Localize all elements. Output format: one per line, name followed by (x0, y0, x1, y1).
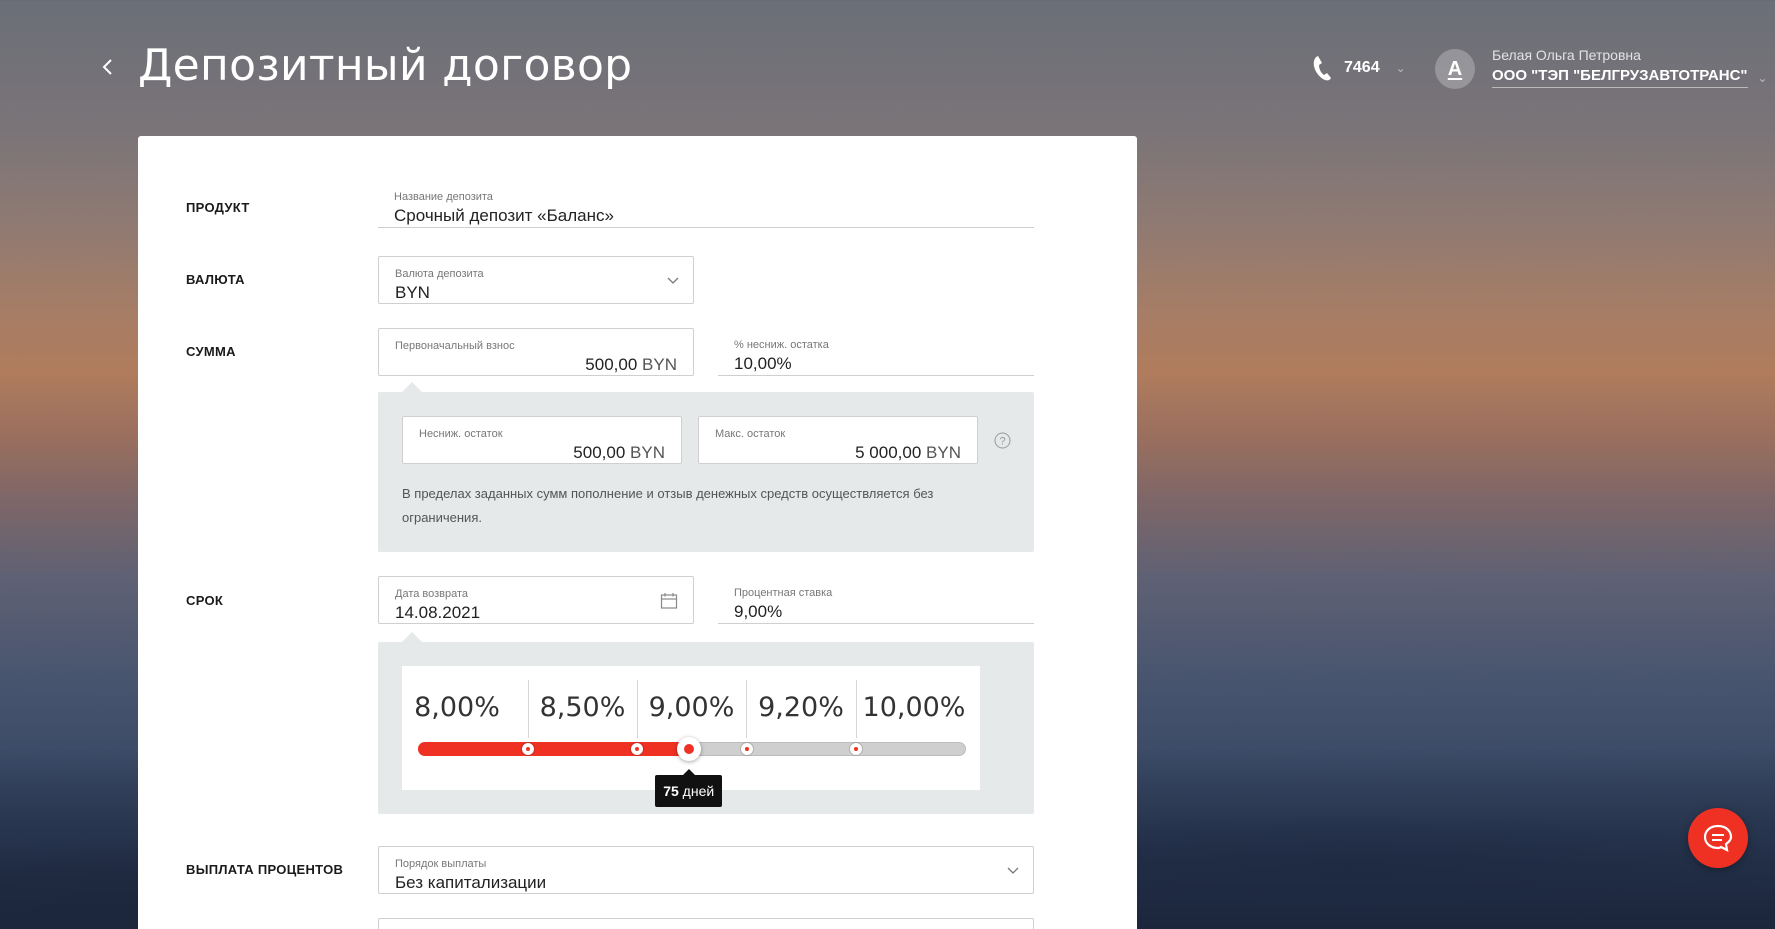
phone-selector[interactable]: 7464 ⌄ (1312, 54, 1406, 82)
slider-step-dot[interactable] (850, 743, 862, 755)
slider-thumb[interactable] (676, 737, 701, 761)
user-menu[interactable]: Белая Ольга Петровна ООО "ТЭП "БЕЛГРУЗАВ… (1492, 47, 1768, 88)
rate-option[interactable]: 9,20% (746, 680, 856, 738)
deposit-name-label: Название депозита (394, 191, 493, 203)
payment-order-select[interactable]: Порядок выплаты Без капитализации (378, 846, 1034, 894)
help-icon[interactable]: ? (994, 432, 1011, 449)
chevron-down-icon: ⌄ (1395, 61, 1406, 75)
deposit-name-value: Срочный депозит «Баланс» (394, 206, 614, 225)
slider-step-dot[interactable] (741, 743, 753, 755)
currency-value: BYN (395, 283, 430, 302)
section-label-currency: ВАЛЮТА (186, 272, 245, 287)
min-balance-value: 500,00 BYN (573, 443, 665, 462)
chevron-down-icon (667, 277, 679, 284)
return-date-label: Дата возврата (395, 588, 469, 600)
back-button[interactable] (96, 50, 120, 84)
calendar-icon[interactable] (660, 592, 678, 610)
chevron-left-icon (102, 59, 112, 75)
phone-number: 7464 (1344, 59, 1380, 76)
chat-button[interactable] (1688, 808, 1748, 868)
rate-option[interactable]: 9,00% (637, 680, 746, 738)
max-balance-input[interactable]: Макс. остаток 5 000,00 BYN (698, 416, 978, 464)
days-tooltip: 75 дней (655, 769, 723, 807)
page-title: Депозитный договор (138, 40, 633, 91)
panel-notch (402, 632, 422, 642)
interest-rate-label: Процентная ставка (734, 587, 833, 599)
rate-slider-box: 8,00% 8,50% 9,00% 9,20% 10,00% 75 дней (402, 666, 980, 807)
section-label-term: СРОК (186, 593, 224, 608)
balance-limits-panel: Несниж. остаток 500,00 BYN Макс. остаток… (378, 382, 1034, 552)
max-balance-label: Макс. остаток (715, 428, 786, 440)
avatar[interactable]: А (1435, 49, 1475, 89)
slider-step-dot[interactable] (631, 743, 643, 755)
slider-step-dot[interactable] (522, 743, 534, 755)
chevron-down-icon: ⌄ (1757, 71, 1768, 85)
currency-label: Валюта депозита (395, 268, 484, 280)
phone-icon (1313, 56, 1331, 81)
return-date-input[interactable]: Дата возврата 14.08.2021 (378, 576, 694, 624)
chat-icon (1703, 824, 1733, 852)
organization-name: ООО "ТЭП "БЕЛГРУЗАВТОТРАНС" (1492, 67, 1748, 88)
balance-note: В пределах заданных сумм пополнение и от… (402, 482, 1002, 530)
payment-order-value: Без капитализации (395, 873, 547, 892)
return-date-value: 14.08.2021 (395, 603, 481, 622)
term-slider-panel: 8,00% 8,50% 9,00% 9,20% 10,00% 75 дней (378, 632, 1034, 814)
slider-fill (418, 742, 689, 756)
rate-option[interactable]: 8,50% (528, 680, 637, 738)
max-balance-value: 5 000,00 BYN (855, 443, 961, 462)
panel-notch (402, 382, 422, 392)
min-balance-pct-label: % несниж. остатка (734, 339, 829, 351)
user-name: Белая Ольга Петровна (1492, 47, 1641, 63)
min-balance-pct-field: % несниж. остатка 10,00% (718, 328, 1034, 376)
initial-deposit-label: Первоначальный взнос (395, 340, 515, 352)
deposit-name-field[interactable]: Название депозита Срочный депозит «Балан… (378, 180, 1034, 228)
payment-order-label: Порядок выплаты (395, 858, 487, 870)
balance-note-line-2: ограничения. (402, 510, 482, 525)
initial-deposit-input[interactable]: Первоначальный взнос 500,00 BYN (378, 328, 694, 376)
avatar-letter: А (1447, 57, 1463, 80)
next-field[interactable] (378, 918, 1034, 929)
initial-deposit-value: 500,00 BYN (585, 355, 677, 374)
rate-option[interactable]: 10,00% (856, 680, 972, 738)
interest-rate-field: Процентная ставка 9,00% (718, 576, 1034, 624)
min-balance-label: Несниж. остаток (419, 428, 503, 440)
min-balance-input[interactable]: Несниж. остаток 500,00 BYN (402, 416, 682, 464)
chevron-down-icon (1007, 867, 1019, 874)
rate-option[interactable]: 8,00% (402, 680, 512, 738)
section-label-interest-payment: ВЫПЛАТА ПРОЦЕНТОВ (186, 862, 344, 877)
svg-text:?: ? (999, 436, 1005, 448)
currency-select[interactable]: Валюта депозита BYN (378, 256, 694, 304)
min-balance-pct-value: 10,00% (734, 354, 792, 373)
deposit-form-card: ПРОДУКТ Название депозита Срочный депози… (138, 136, 1137, 929)
interest-rate-value: 9,00% (734, 602, 783, 621)
balance-note-line-1: В пределах заданных сумм пополнение и от… (402, 486, 934, 501)
section-label-product: ПРОДУКТ (186, 200, 250, 215)
section-label-amount: СУММА (186, 344, 236, 359)
